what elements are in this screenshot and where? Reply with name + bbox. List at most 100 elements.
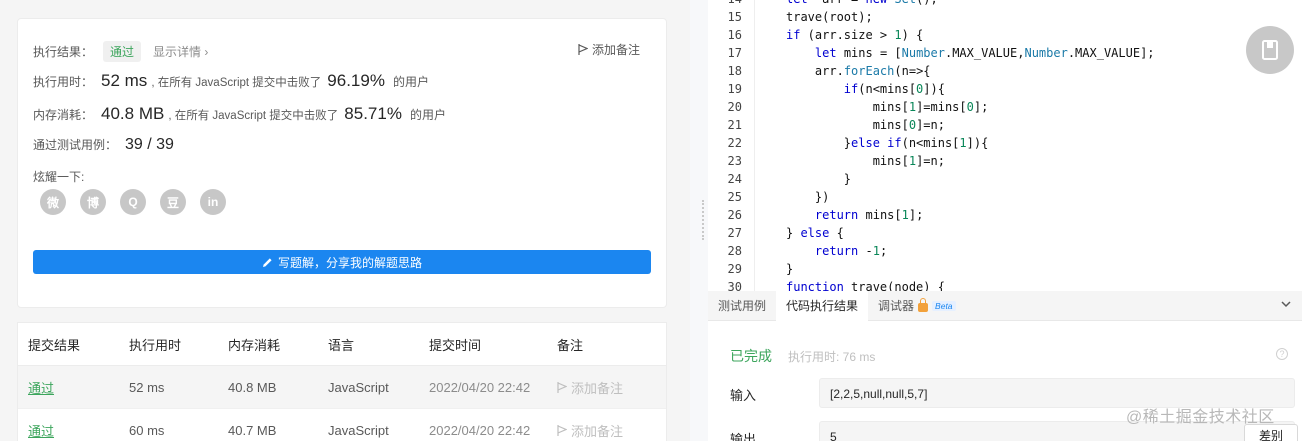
row-runtime: 52 ms xyxy=(129,379,165,395)
show-detail-link[interactable]: 显示详情 › xyxy=(153,43,208,60)
code-text: trave(root); xyxy=(786,10,873,24)
code-text: mins[1]=n; xyxy=(872,154,945,168)
add-note-button[interactable]: 添加备注 xyxy=(578,41,640,58)
line-number: 16 xyxy=(727,28,742,42)
row-add-note-button[interactable]: 添加备注 xyxy=(557,378,666,397)
tab-testcase[interactable]: 测试用例 xyxy=(708,291,776,321)
code-line: 15 trave(root); xyxy=(708,8,1155,26)
header-time: 提交时间 xyxy=(429,337,482,353)
cases-value: 39 / 39 xyxy=(125,136,174,153)
code-text: return -1; xyxy=(814,244,888,258)
memory-percent: 85.71% xyxy=(344,104,402,123)
code-text: } else { xyxy=(786,226,844,240)
submissions-table: 提交结果 执行用时 内存消耗 语言 提交时间 备注 通过 52 ms 40.8 … xyxy=(17,322,667,441)
runtime-suffix: 的用户 xyxy=(392,75,429,89)
code-line: 18 arr.forEach(n=>{ xyxy=(708,62,1155,80)
resize-handle[interactable] xyxy=(702,200,704,240)
result-card: 执行结果： 通过 显示详情 › 添加备注 执行用时： 52 ms , 在所有 J… xyxy=(17,18,667,308)
line-number: 20 xyxy=(727,100,742,114)
diff-button[interactable]: 差别 xyxy=(1244,424,1298,441)
chevron-down-icon[interactable] xyxy=(1280,298,1292,310)
line-number: 23 xyxy=(727,154,742,168)
row-runtime: 60 ms xyxy=(129,422,165,438)
code-line: 28 return -1; xyxy=(708,242,1155,260)
write-solution-label: 写题解，分享我的解题思路 xyxy=(277,255,422,270)
code-line: 27 } else { xyxy=(708,224,1155,242)
beta-badge: Beta xyxy=(932,300,956,311)
line-number: 15 xyxy=(727,10,742,24)
row-time: 2022/04/20 22:42 xyxy=(429,379,531,395)
douban-icon[interactable]: 豆 xyxy=(160,189,186,215)
row-status-link[interactable]: 通过 xyxy=(18,378,129,397)
line-number: 29 xyxy=(727,262,742,276)
tab-run-result[interactable]: 代码执行结果 xyxy=(776,290,869,321)
weibo-icon[interactable]: 博 xyxy=(80,189,106,215)
code-line: 25 }) xyxy=(708,188,1155,206)
line-number: 24 xyxy=(727,172,742,186)
row-add-note-button[interactable]: 添加备注 xyxy=(557,421,666,440)
run-exec-time: 执行用时: 76 ms xyxy=(788,350,876,364)
cases-label: 通过测试用例： xyxy=(33,138,118,152)
tab-run-result-label: 代码执行结果 xyxy=(786,299,859,313)
left-pane: 执行结果： 通过 显示详情 › 添加备注 执行用时： 52 ms , 在所有 J… xyxy=(0,0,690,441)
header-runtime: 执行用时 xyxy=(129,337,182,353)
result-status-badge: 通过 xyxy=(103,41,142,62)
row-memory: 40.8 MB xyxy=(228,379,277,395)
code-line: 29} xyxy=(708,260,1155,278)
notes-fab-button[interactable] xyxy=(1246,26,1294,74)
code-line: 19 if(n<mins[0]){ xyxy=(708,80,1155,98)
line-number: 19 xyxy=(727,82,742,96)
code-line: 24 } xyxy=(708,170,1155,188)
line-number: 18 xyxy=(727,64,742,78)
code-text: } xyxy=(843,172,852,186)
line-number: 28 xyxy=(727,244,742,258)
wechat-icon[interactable]: 微 xyxy=(40,189,66,215)
write-solution-button[interactable]: 写题解，分享我的解题思路 xyxy=(33,250,651,274)
add-note-label: 添加备注 xyxy=(591,43,640,57)
memory-row: 内存消耗： 40.8 MB , 在所有 JavaScript 提交中击败了 85… xyxy=(33,104,446,124)
code-text: }else if(n<mins[1]){ xyxy=(843,136,989,150)
flag-icon xyxy=(557,424,567,436)
table-row[interactable]: 通过 60 ms 40.7 MB JavaScript 2022/04/20 2… xyxy=(18,409,666,441)
share-row: 炫耀一下: xyxy=(33,168,84,185)
qq-icon[interactable]: Q xyxy=(120,189,146,215)
code-text: let arr = new Set(); xyxy=(742,0,938,8)
linkedin-icon[interactable]: in xyxy=(200,189,226,215)
tab-testcase-label: 测试用例 xyxy=(718,299,767,313)
pencil-icon xyxy=(262,257,272,267)
line-number: 26 xyxy=(727,208,742,222)
code-editor[interactable]: 14let arr = new Set();15trave(root);16if… xyxy=(708,0,1302,291)
runtime-label: 执行用时： xyxy=(33,75,94,89)
line-number: 25 xyxy=(727,190,742,204)
row-language: JavaScript xyxy=(328,422,389,438)
code-text: arr.forEach(n=>{ xyxy=(814,64,931,78)
code-lines: 14let arr = new Set();15trave(root);16if… xyxy=(708,0,1155,291)
pane-divider[interactable] xyxy=(690,0,708,441)
code-line: 30 function trave(node) { xyxy=(708,278,1155,291)
line-number: 27 xyxy=(727,226,742,240)
row-time: 2022/04/20 22:42 xyxy=(429,422,531,438)
line-number: 17 xyxy=(727,46,742,60)
memory-value: 40.8 MB xyxy=(101,104,165,123)
result-row: 执行结果： 通过 显示详情 › xyxy=(33,41,208,62)
code-line: 20 mins[1]=mins[0]; xyxy=(708,98,1155,116)
line-number: 22 xyxy=(727,136,742,150)
flag-icon xyxy=(578,44,588,55)
row-language: JavaScript xyxy=(328,379,389,395)
tab-debugger[interactable]: 调试器 Beta xyxy=(868,291,966,321)
share-icons: 微 博 Q 豆 in xyxy=(40,189,226,215)
runtime-row: 执行用时： 52 ms , 在所有 JavaScript 提交中击败了 96.1… xyxy=(33,71,429,91)
code-line: 21 mins[0]=n; xyxy=(708,116,1155,134)
row-status-link[interactable]: 通过 xyxy=(18,421,129,440)
code-text: mins[1]=mins[0]; xyxy=(872,100,989,114)
notebook-icon xyxy=(1262,40,1278,60)
code-text: }) xyxy=(814,190,830,204)
row-memory: 40.7 MB xyxy=(228,422,277,438)
code-text: if(n<mins[0]){ xyxy=(843,82,945,96)
memory-label: 内存消耗： xyxy=(33,108,94,122)
code-text: mins[0]=n; xyxy=(872,118,945,132)
code-line: 17 let mins = [Number.MAX_VALUE,Number.M… xyxy=(708,44,1155,62)
table-row[interactable]: 通过 52 ms 40.8 MB JavaScript 2022/04/20 2… xyxy=(18,366,666,409)
help-icon[interactable]: ? xyxy=(1276,348,1288,360)
memory-desc: , 在所有 JavaScript 提交中击败了 xyxy=(168,110,339,122)
